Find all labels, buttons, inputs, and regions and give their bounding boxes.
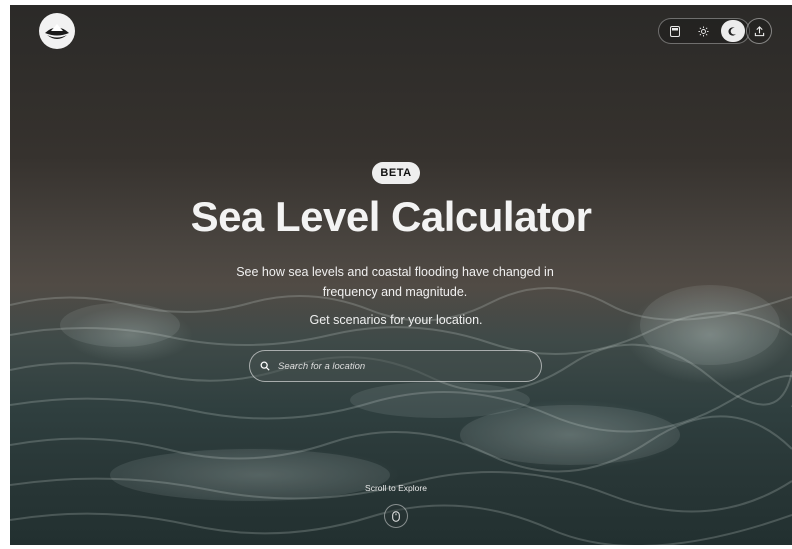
scroll-to-explore-label: Scroll to Explore [365, 483, 427, 493]
mouse-icon [392, 510, 400, 522]
noaa-logo[interactable] [39, 13, 75, 49]
beta-badge: BETA [372, 162, 420, 184]
calculator-icon[interactable] [663, 20, 687, 42]
hero-cta-text: Get scenarios for your location. [309, 313, 483, 327]
location-search-box[interactable] [249, 350, 542, 382]
share-upload-icon [754, 25, 764, 36]
search-input[interactable] [276, 359, 530, 373]
sun-icon[interactable] [692, 20, 716, 42]
page-title: Sea Level Calculator [190, 193, 592, 240]
share-button[interactable] [746, 18, 772, 44]
noaa-logo-icon [45, 24, 69, 39]
scroll-to-explore-button[interactable] [384, 504, 408, 528]
view-toolbar [658, 18, 750, 44]
hero-subtitle: See how sea levels and coastal flooding … [236, 265, 554, 299]
search-icon [260, 361, 270, 371]
moon-icon[interactable] [720, 20, 745, 42]
